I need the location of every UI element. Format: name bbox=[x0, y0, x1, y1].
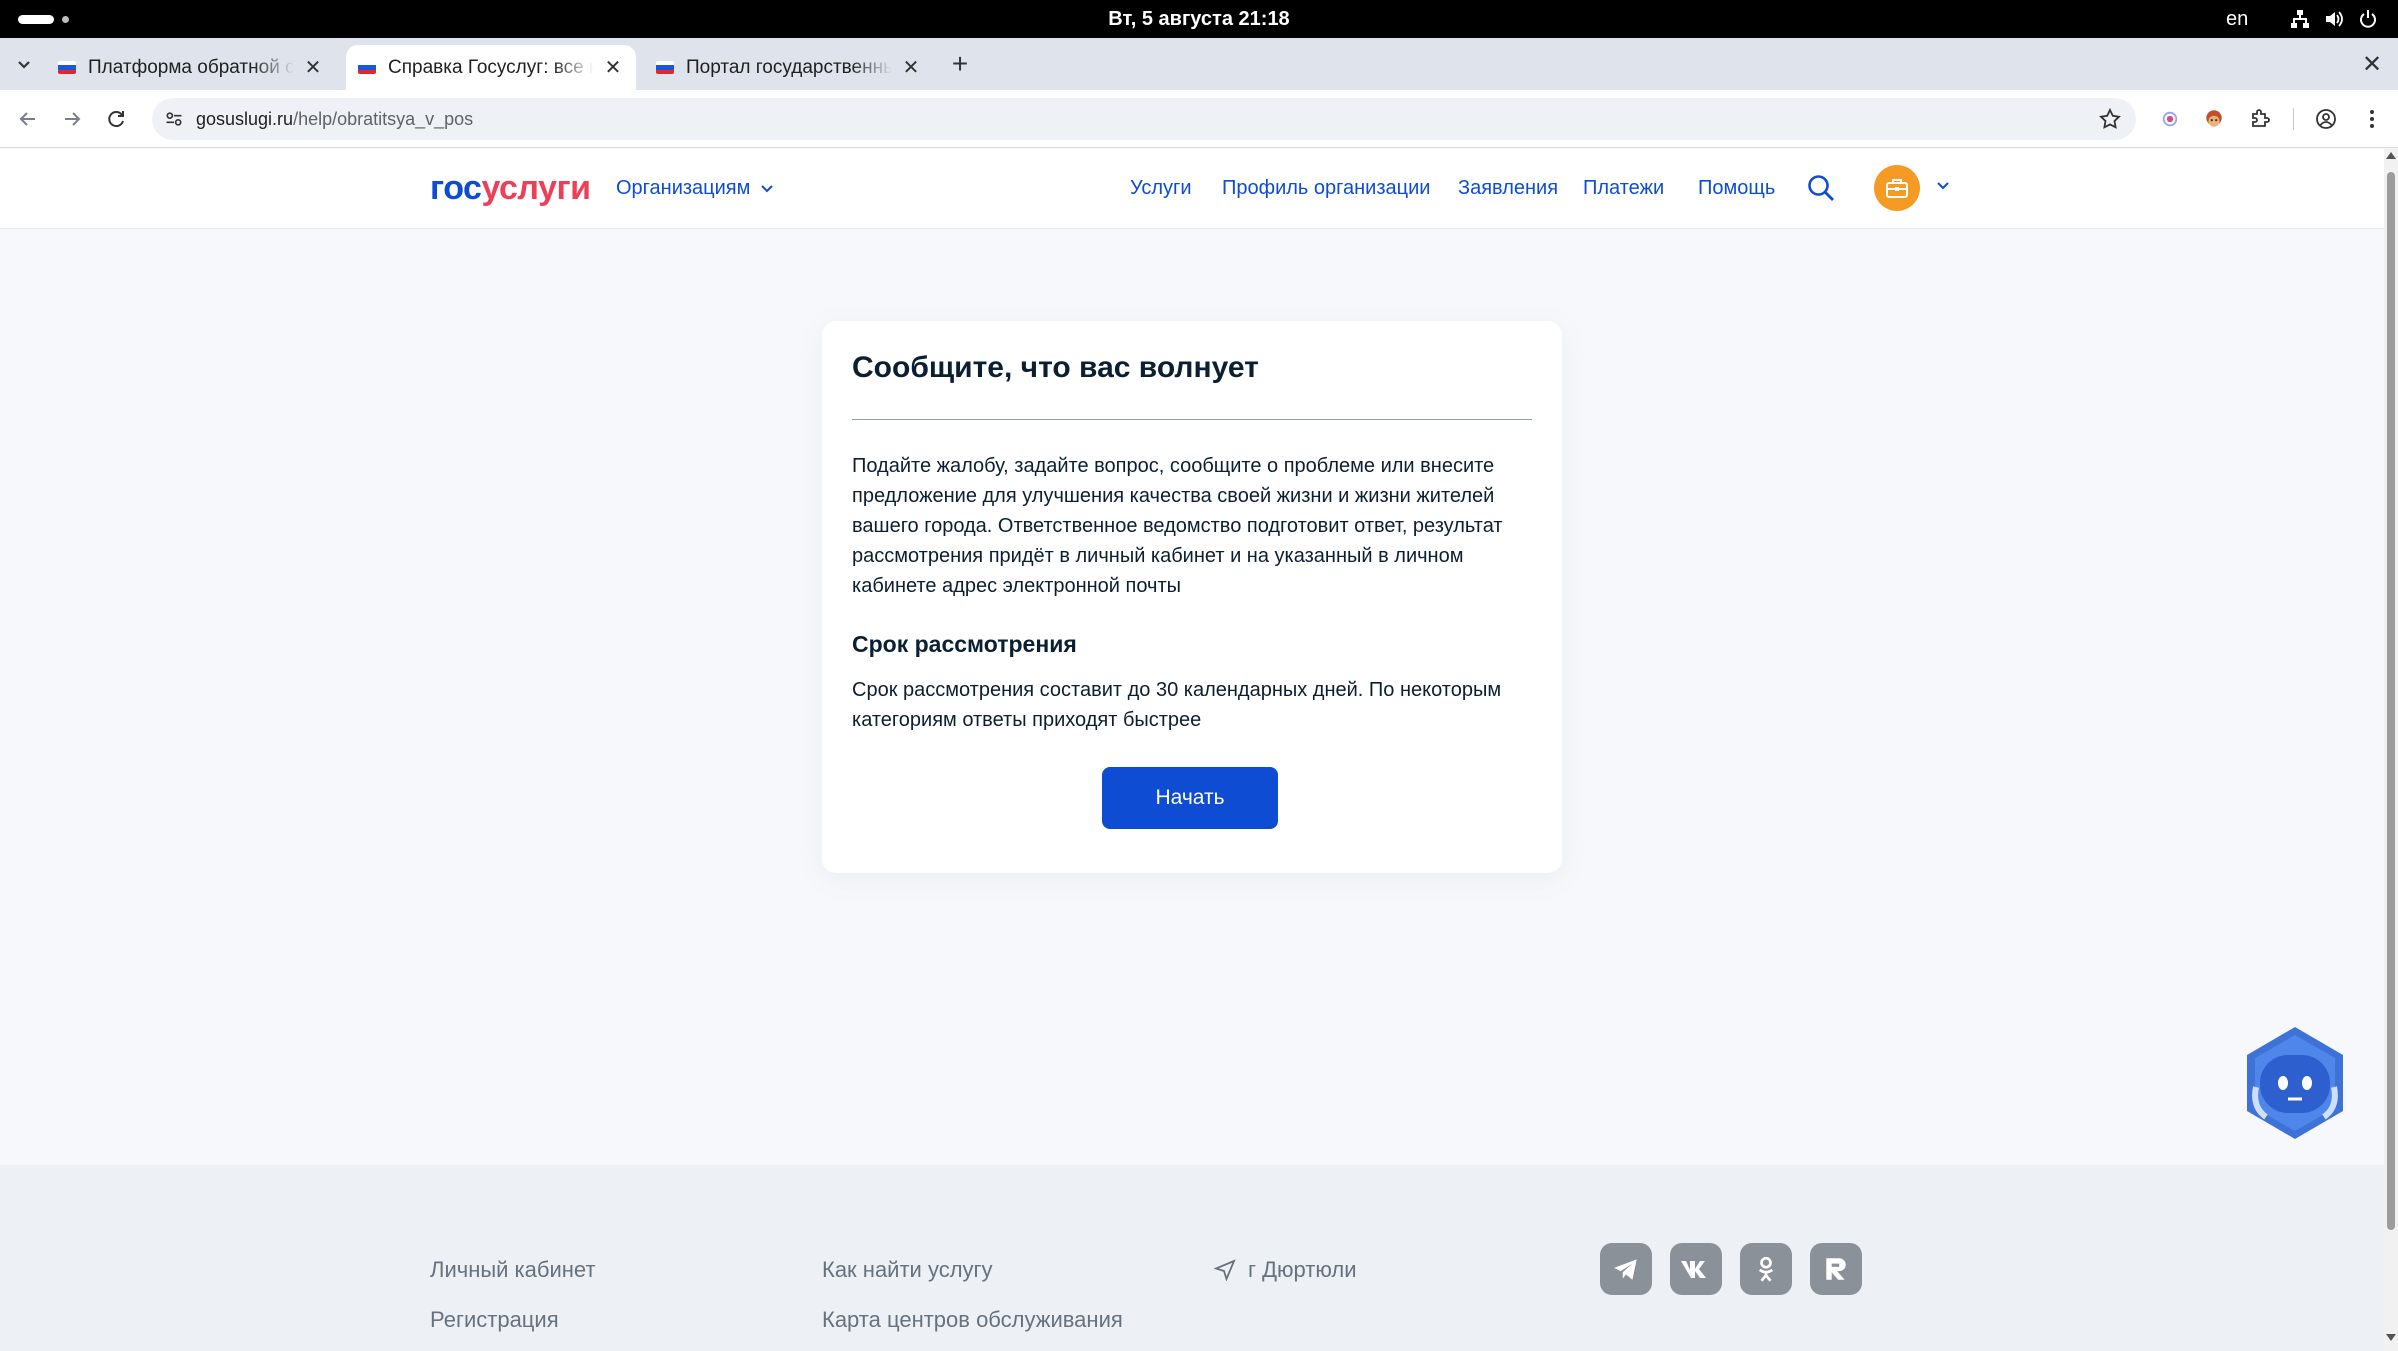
russia-flag-icon bbox=[656, 61, 674, 74]
site-header: госуслуги Организациям Услуги Профиль ор… bbox=[0, 149, 2384, 229]
os-top-bar: Вт, 5 августа 21:18 en bbox=[0, 0, 2398, 38]
briefcase-icon bbox=[1886, 179, 1908, 198]
chevron-down-icon bbox=[761, 184, 774, 192]
close-icon[interactable]: ✕ bbox=[302, 57, 324, 79]
extensions-puzzle-icon[interactable] bbox=[2246, 105, 2274, 133]
nav-applications[interactable]: Заявления bbox=[1458, 177, 1558, 200]
reload-button[interactable] bbox=[100, 103, 132, 135]
footer-find-service[interactable]: Как найти услугу bbox=[822, 1257, 993, 1283]
nav-payments[interactable]: Платежи bbox=[1583, 177, 1664, 200]
site-info-icon[interactable] bbox=[162, 107, 186, 131]
network-icon[interactable] bbox=[2288, 8, 2312, 30]
russia-flag-icon bbox=[58, 61, 76, 74]
robot-assistant-icon[interactable] bbox=[2242, 1025, 2348, 1141]
telegram-icon[interactable] bbox=[1600, 1243, 1652, 1295]
location-arrow-icon bbox=[1214, 1259, 1236, 1281]
footer-registration[interactable]: Регистрация bbox=[430, 1307, 559, 1333]
organization-avatar[interactable] bbox=[1874, 165, 1920, 211]
arrow-right-icon bbox=[65, 112, 81, 126]
tab-search-button[interactable] bbox=[8, 48, 40, 80]
extension-record-icon[interactable] bbox=[2156, 105, 2184, 133]
chevron-down-icon[interactable] bbox=[1936, 181, 1950, 191]
card-description: Подайте жалобу, задайте вопрос, сообщите… bbox=[852, 455, 1503, 597]
odnoklassniki-icon[interactable] bbox=[1740, 1243, 1792, 1295]
nav-org-profile[interactable]: Профиль организации bbox=[1222, 177, 1430, 200]
gosuslugi-logo[interactable]: госуслуги bbox=[430, 169, 591, 208]
chevron-down-icon bbox=[18, 61, 30, 69]
organizations-menu[interactable]: Организациям bbox=[616, 177, 774, 200]
keyboard-layout[interactable]: en bbox=[2226, 8, 2248, 31]
back-button[interactable] bbox=[12, 103, 44, 135]
nav-services[interactable]: Услуги bbox=[1130, 177, 1192, 200]
footer-service-centers-map[interactable]: Карта центров обслуживания bbox=[822, 1307, 1123, 1333]
window-close-button[interactable]: ✕ bbox=[2356, 48, 2388, 80]
toolbar-divider bbox=[2293, 108, 2294, 130]
close-icon: ✕ bbox=[2361, 50, 2383, 78]
rutube-icon[interactable] bbox=[1810, 1243, 1862, 1295]
scroll-up-arrow[interactable] bbox=[2386, 152, 2396, 159]
close-icon[interactable]: ✕ bbox=[602, 57, 624, 79]
forward-button[interactable] bbox=[56, 103, 88, 135]
address-bar[interactable]: gosuslugi.ru/help/obratitsya_v_pos bbox=[152, 98, 2136, 140]
close-icon[interactable]: ✕ bbox=[900, 57, 922, 79]
volume-icon[interactable] bbox=[2322, 8, 2346, 30]
footer-personal-account[interactable]: Личный кабинет bbox=[430, 1257, 596, 1283]
arrow-left-icon bbox=[19, 112, 35, 126]
scrollbar-thumb[interactable] bbox=[2387, 172, 2395, 1230]
extension-mascot-icon[interactable] bbox=[2200, 105, 2228, 133]
divider bbox=[852, 419, 1532, 420]
browser-menu-icon[interactable] bbox=[2358, 105, 2386, 133]
bookmark-star-icon[interactable] bbox=[2098, 107, 2122, 131]
vk-icon[interactable] bbox=[1670, 1243, 1722, 1295]
russia-flag-icon bbox=[358, 61, 376, 74]
tab-gov-portal[interactable]: Портал государственных услуг ✕ bbox=[644, 45, 934, 90]
search-icon[interactable] bbox=[1806, 173, 1836, 203]
plus-icon: + bbox=[951, 48, 969, 79]
profile-icon[interactable] bbox=[2312, 105, 2340, 133]
review-period-heading: Срок рассмотрения bbox=[852, 631, 1077, 657]
review-period-text: Срок рассмотрения составит до 30 календа… bbox=[852, 679, 1502, 731]
site-footer: Личный кабинет Регистрация Как найти усл… bbox=[0, 1165, 2384, 1351]
start-button[interactable]: Начать bbox=[1102, 767, 1278, 829]
tab-strip: Платформа обратной связи ✕ Справка Госус… bbox=[0, 38, 2398, 90]
feedback-card: Сообщите, что вас волнует Подайте жалобу… bbox=[822, 321, 1562, 873]
browser-toolbar: gosuslugi.ru/help/obratitsya_v_pos bbox=[0, 90, 2398, 148]
url-text[interactable]: gosuslugi.ru/help/obratitsya_v_pos bbox=[196, 109, 473, 130]
footer-location[interactable]: г Дюртюли bbox=[1214, 1257, 1357, 1283]
scroll-down-arrow[interactable] bbox=[2386, 1334, 2396, 1341]
power-icon[interactable] bbox=[2356, 8, 2380, 30]
tab-gosuslugi-help[interactable]: Справка Госуслуг: все вопросы ✕ bbox=[346, 45, 636, 90]
card-title: Сообщите, что вас волнует bbox=[852, 351, 1259, 384]
nav-help[interactable]: Помощь bbox=[1698, 177, 1775, 200]
new-tab-button[interactable]: + bbox=[944, 48, 976, 80]
tab-feedback-platform[interactable]: Платформа обратной связи ✕ bbox=[46, 45, 336, 90]
page-viewport: госуслуги Организациям Услуги Профиль ор… bbox=[0, 149, 2384, 1351]
os-clock[interactable]: Вт, 5 августа 21:18 bbox=[0, 8, 2398, 31]
reload-icon bbox=[108, 111, 124, 128]
